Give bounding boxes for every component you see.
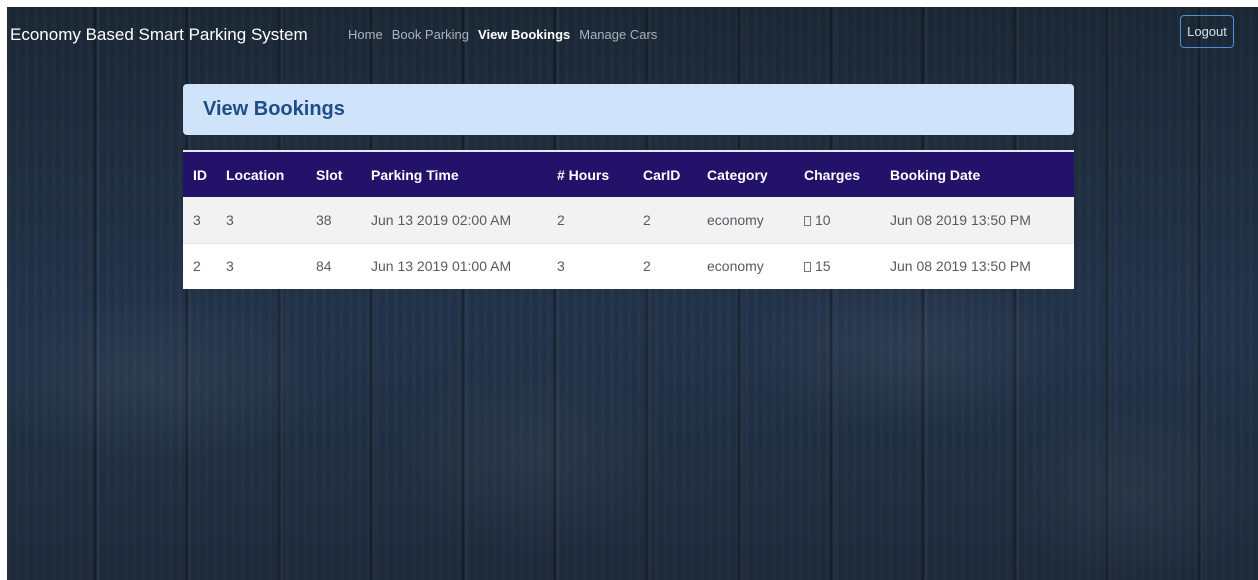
column-header-booking-date[interactable]: Booking Date xyxy=(890,151,1074,197)
table-header: ID Location Slot Parking Time # Hours Ca… xyxy=(183,151,1074,197)
cell-charges: 15 xyxy=(804,242,890,289)
column-header-location[interactable]: Location xyxy=(226,151,316,197)
cell-parking-time: Jun 13 2019 01:00 AM xyxy=(371,242,557,289)
column-header-slot[interactable]: Slot xyxy=(316,151,371,197)
page-title: View Bookings xyxy=(203,98,345,120)
cell-booking-date: Jun 08 2019 13:50 PM xyxy=(890,211,1031,228)
logout-button[interactable]: Logout xyxy=(1180,15,1234,48)
nav-links: Home Book Parking View Bookings Manage C… xyxy=(348,27,657,42)
column-header-car-id[interactable]: CarID xyxy=(643,151,707,197)
column-header-charges[interactable]: Charges xyxy=(804,151,890,197)
cell-parking-time: Jun 13 2019 02:00 AM xyxy=(371,211,512,228)
nav-link-view-bookings[interactable]: View Bookings xyxy=(478,27,570,42)
cell-hours: 2 xyxy=(557,211,565,228)
table-body: 3 3 38 Jun 13 2019 02:00 AM 2 2 economy … xyxy=(183,197,1074,289)
column-header-category[interactable]: Category xyxy=(707,151,804,197)
table-header-row: ID Location Slot Parking Time # Hours Ca… xyxy=(183,151,1074,197)
table-row[interactable]: 2 3 84 Jun 13 2019 01:00 AM 3 2 economy … xyxy=(183,242,1074,289)
currency-symbol-icon xyxy=(804,215,811,226)
column-header-id[interactable]: ID xyxy=(183,151,226,197)
cell-car-id: 2 xyxy=(643,211,651,228)
app-screen: Economy Based Smart Parking System Home … xyxy=(7,7,1258,580)
cell-booking-date: Jun 08 2019 13:50 PM xyxy=(890,242,1074,289)
navbar-brand[interactable]: Economy Based Smart Parking System xyxy=(10,25,308,45)
table-row[interactable]: 3 3 38 Jun 13 2019 02:00 AM 2 2 economy … xyxy=(183,197,1074,243)
cell-slot: 38 xyxy=(316,211,332,228)
cell-slot: 84 xyxy=(316,242,371,289)
page-header-card: View Bookings xyxy=(183,84,1074,135)
cell-location: 3 xyxy=(226,211,234,228)
cell-id: 2 xyxy=(183,242,226,289)
column-header-hours[interactable]: # Hours xyxy=(557,151,643,197)
navbar: Economy Based Smart Parking System Home … xyxy=(7,7,1258,63)
charges-value: 10 xyxy=(815,211,831,228)
bookings-table: ID Location Slot Parking Time # Hours Ca… xyxy=(183,150,1074,289)
cell-location: 3 xyxy=(226,242,316,289)
cell-category: economy xyxy=(707,242,804,289)
cell-hours: 3 xyxy=(557,242,643,289)
charges-value: 15 xyxy=(815,258,831,275)
nav-link-home[interactable]: Home xyxy=(348,27,383,42)
nav-link-manage-cars[interactable]: Manage Cars xyxy=(579,27,657,42)
cell-car-id: 2 xyxy=(643,242,707,289)
cell-id: 3 xyxy=(193,211,201,228)
column-header-parking-time[interactable]: Parking Time xyxy=(371,151,557,197)
cell-category: economy xyxy=(707,211,764,228)
cell-charges: 10 xyxy=(804,197,890,243)
currency-symbol-icon xyxy=(804,262,811,273)
nav-link-book-parking[interactable]: Book Parking xyxy=(392,27,469,42)
